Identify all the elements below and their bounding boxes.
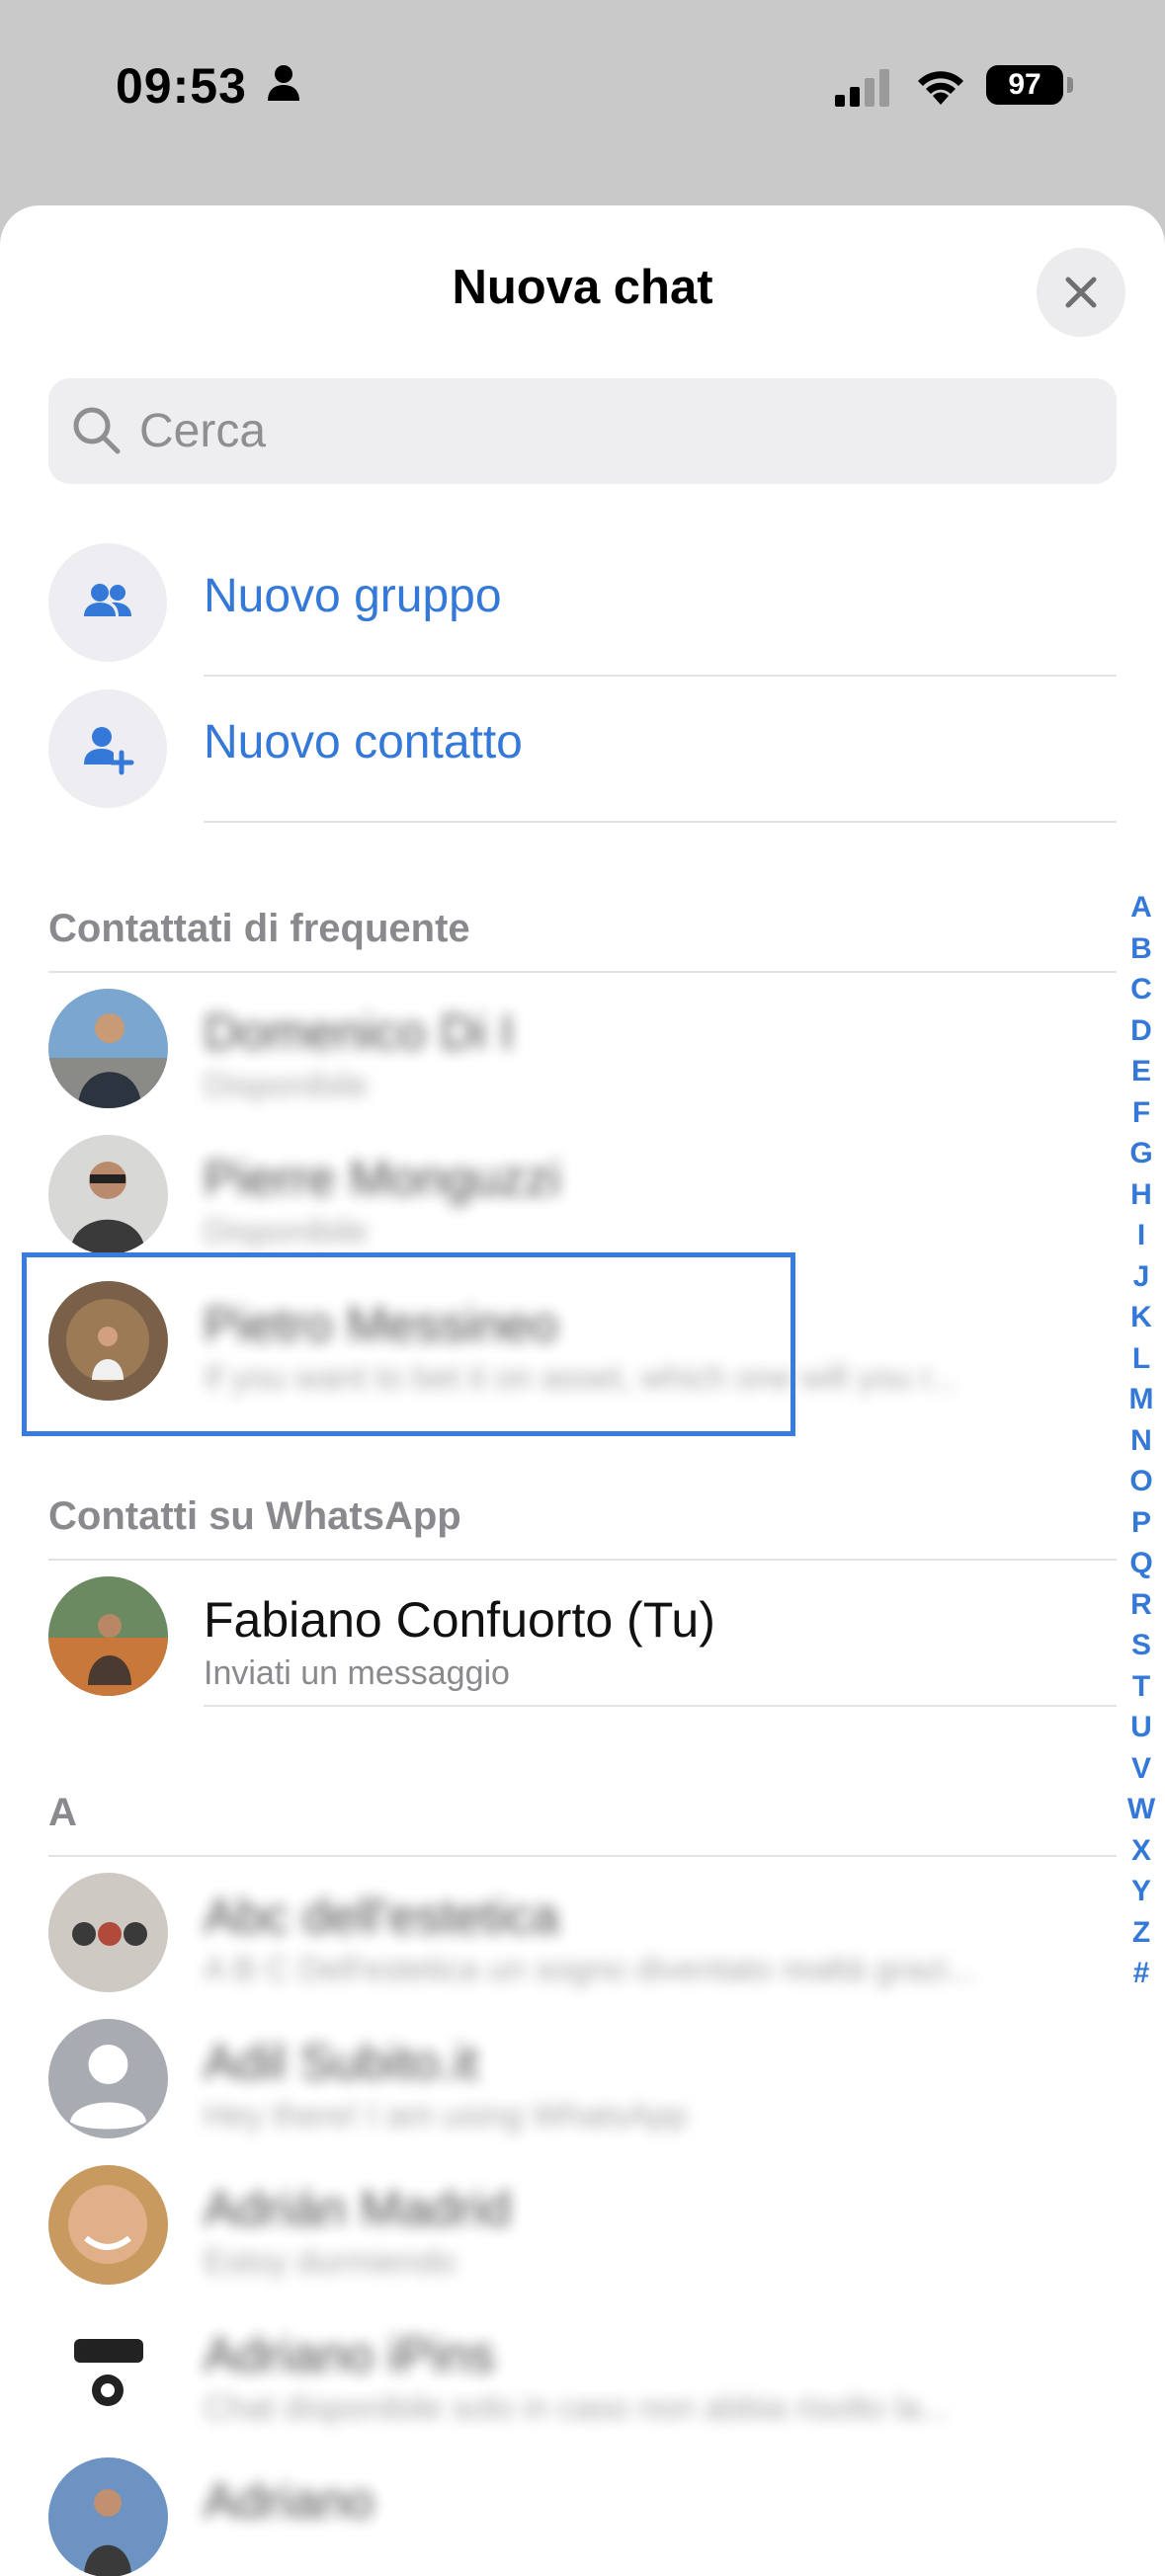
contact-status: Disponibile <box>204 1213 369 1250</box>
contact-name: Domenico Di I <box>204 1005 514 1060</box>
index-letter[interactable]: B <box>1122 928 1161 970</box>
index-letter[interactable]: G <box>1122 1133 1161 1174</box>
contact-row[interactable]: Adriano <box>0 2445 1117 2576</box>
status-bar: 09:53 97 <box>0 0 1165 198</box>
index-letter[interactable]: F <box>1122 1092 1161 1134</box>
alphabet-index[interactable]: A B C D E F G H I J K L M N O P Q R S T … <box>1122 887 1161 1994</box>
contact-status: Inviati un messaggio <box>204 1654 510 1692</box>
new-contact-label: Nuovo contatto <box>204 716 523 768</box>
index-letter[interactable]: H <box>1122 1174 1161 1216</box>
index-letter[interactable]: # <box>1122 1953 1161 1994</box>
frequent-contact-row[interactable]: Pierre Monguzzi Disponibile <box>0 1122 1117 1268</box>
section-header-frequent: Contattati di frequente <box>48 907 470 950</box>
highlight-box <box>22 1252 795 1436</box>
index-letter[interactable]: Y <box>1122 1871 1161 1912</box>
index-letter[interactable]: C <box>1122 969 1161 1010</box>
avatar <box>48 2457 168 2576</box>
contact-status: A B C Dell'estetica un sogno diventato r… <box>204 1951 976 1988</box>
sheet-title: Nuova chat <box>452 261 713 314</box>
contact-status: Chat disponibile solo in caso non abbia … <box>204 2389 950 2427</box>
section-header-whatsapp: Contatti su WhatsApp <box>48 1494 461 1538</box>
whatsapp-contact-row[interactable]: Fabiano Confuorto (Tu) Inviati un messag… <box>0 1564 1117 1710</box>
contact-name: Adrián Madrid <box>204 2181 512 2236</box>
avatar <box>48 1873 168 1992</box>
search-input[interactable] <box>139 394 1088 468</box>
divider <box>204 1705 1117 1707</box>
person-icon <box>268 65 299 101</box>
index-letter[interactable]: J <box>1122 1256 1161 1298</box>
battery-tip <box>1067 77 1073 93</box>
index-letter[interactable]: A <box>1122 887 1161 928</box>
contact-row[interactable]: Adrián Madrid Estoy durmiendo <box>0 2152 1117 2298</box>
new-contact-row[interactable]: Nuovo contatto <box>0 676 1165 822</box>
default-avatar-icon <box>48 2019 168 2138</box>
new-group-icon-circle <box>48 543 167 662</box>
close-button[interactable] <box>1037 248 1125 337</box>
index-letter[interactable]: N <box>1122 1420 1161 1462</box>
contact-row[interactable]: Abc dell'estetica A B C Dell'estetica un… <box>0 1860 1117 2006</box>
avatar <box>48 2165 168 2285</box>
contact-name: Fabiano Confuorto (Tu) <box>204 1592 715 1648</box>
index-letter[interactable]: E <box>1122 1051 1161 1092</box>
index-letter[interactable]: U <box>1122 1707 1161 1748</box>
index-letter[interactable]: I <box>1122 1215 1161 1256</box>
index-letter[interactable]: O <box>1122 1461 1161 1502</box>
index-letter[interactable]: L <box>1122 1338 1161 1380</box>
status-time: 09:53 <box>116 58 247 114</box>
search-icon <box>73 407 121 454</box>
avatar <box>48 1135 168 1254</box>
new-group-row[interactable]: Nuovo gruppo <box>0 529 1165 676</box>
index-letter[interactable]: T <box>1122 1666 1161 1708</box>
index-letter[interactable]: V <box>1122 1748 1161 1790</box>
contact-status: Estoy durmiendo <box>204 2243 457 2281</box>
index-letter[interactable]: W <box>1122 1789 1161 1830</box>
section-header-a: A <box>48 1791 77 1834</box>
cellular-signal-icon <box>835 69 889 107</box>
index-letter[interactable]: X <box>1122 1830 1161 1872</box>
index-letter[interactable]: P <box>1122 1502 1161 1544</box>
index-letter[interactable]: K <box>1122 1297 1161 1338</box>
contact-name: Adil Subito.it <box>204 2035 478 2090</box>
section-divider <box>48 1855 1117 1857</box>
add-contact-icon <box>84 727 134 775</box>
new-group-label: Nuovo gruppo <box>204 570 502 622</box>
avatar <box>48 1576 168 1696</box>
frequent-contact-row[interactable]: Domenico Di I Disponibile <box>0 976 1117 1122</box>
avatar-placeholder <box>48 2019 168 2138</box>
divider <box>204 821 1117 823</box>
index-letter[interactable]: Q <box>1122 1543 1161 1584</box>
new-contact-icon-circle <box>48 689 167 808</box>
index-letter[interactable]: R <box>1122 1584 1161 1626</box>
search-bar[interactable] <box>48 378 1117 484</box>
contact-name: Adriano <box>204 2473 374 2529</box>
contact-row[interactable]: Adil Subito.it Hey there! I am using Wha… <box>0 2006 1117 2152</box>
contact-status: Hey there! I am using WhatsApp <box>204 2097 688 2134</box>
close-icon <box>1065 277 1097 308</box>
battery-level: 97 <box>1008 68 1041 101</box>
section-divider <box>48 971 1117 973</box>
contact-status: Disponibile <box>204 1067 369 1104</box>
index-letter[interactable]: M <box>1122 1379 1161 1420</box>
battery-indicator: 97 <box>986 65 1063 105</box>
contact-name: Adriano iPins <box>204 2327 495 2382</box>
index-letter[interactable]: D <box>1122 1010 1161 1052</box>
contact-row[interactable]: Adriano iPins Chat disponibile solo in c… <box>0 2298 1117 2445</box>
section-divider <box>48 1559 1117 1561</box>
index-letter[interactable]: S <box>1122 1625 1161 1666</box>
group-icon <box>84 584 131 616</box>
avatar <box>48 989 168 1108</box>
avatar <box>48 2311 168 2431</box>
contact-name: Abc dell'estetica <box>204 1889 559 1944</box>
contact-name: Pierre Monguzzi <box>204 1151 561 1206</box>
index-letter[interactable]: Z <box>1122 1912 1161 1954</box>
wifi-icon <box>918 71 963 105</box>
